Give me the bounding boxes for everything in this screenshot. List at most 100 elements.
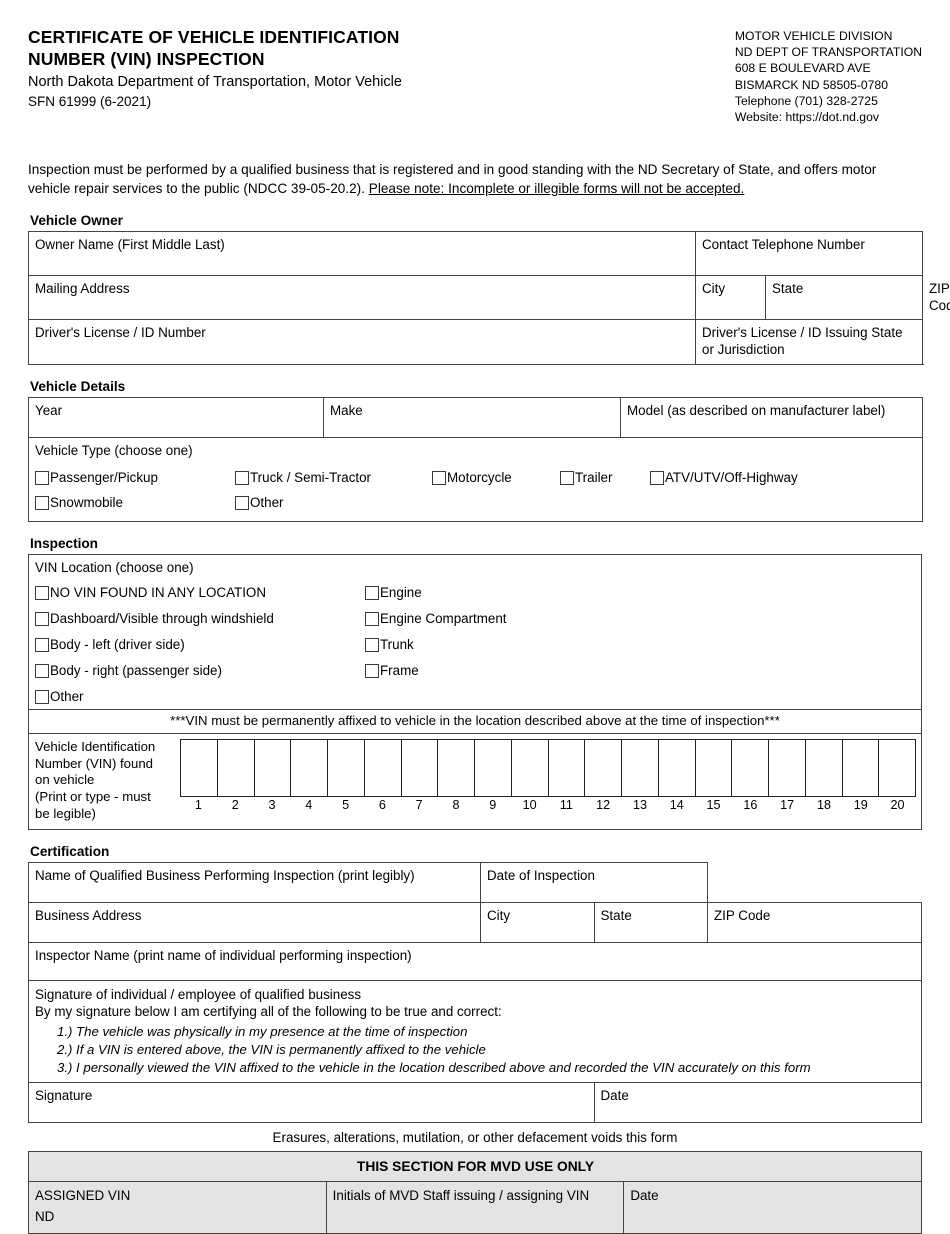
field-business-city[interactable]: City (480, 902, 595, 944)
vin-position-number: 4 (305, 798, 313, 813)
checkbox-body-right-passenger-side[interactable]: Body - right (passenger side) (35, 663, 365, 678)
section-title-certification: Certification (30, 844, 110, 860)
checkbox-trailer[interactable]: Trailer (560, 470, 650, 485)
field-model[interactable]: Model (as described on manufacturer labe… (620, 396, 923, 438)
vin-position-number: 11 (559, 798, 573, 813)
field-year[interactable]: Year (28, 396, 324, 438)
vin-character-cell[interactable] (879, 740, 915, 796)
field-make[interactable]: Make (323, 396, 621, 438)
checkbox-label: Trunk (380, 636, 414, 652)
vin-character-cell[interactable] (365, 740, 402, 797)
intro-underlined-note: Please note: Incomplete or illegible for… (368, 181, 745, 197)
checkbox-icon[interactable] (365, 663, 379, 678)
field-business-name[interactable]: Name of Qualified Business Performing In… (28, 862, 481, 904)
vin-character-cell[interactable] (769, 740, 806, 797)
field-contact-phone[interactable]: Contact Telephone Number (695, 230, 923, 276)
checkbox-passenger-pickup[interactable]: Passenger/Pickup (35, 469, 235, 485)
vehicle-owner-table: Owner Name (First Middle Last) Contact T… (28, 230, 950, 365)
checkbox-frame[interactable]: Frame (365, 663, 695, 678)
vehicle-type-row-1: Passenger/Pickup Truck / Semi-Tractor Mo… (35, 469, 917, 485)
vin-character-cell[interactable] (549, 740, 586, 797)
checkbox-label: Passenger/Pickup (50, 469, 158, 485)
field-signature[interactable]: Signature (28, 1081, 595, 1123)
checkbox-icon[interactable] (35, 637, 49, 652)
checkbox-engine-compartment[interactable]: Engine Compartment (365, 611, 695, 626)
field-mvd-date[interactable]: Date (623, 1180, 922, 1234)
checkbox-snowmobile[interactable]: Snowmobile (35, 494, 235, 510)
vin-character-cell[interactable] (181, 740, 218, 797)
vin-character-cell[interactable] (622, 740, 659, 797)
field-dl-issuing-state[interactable]: Driver's License / ID Issuing State or J… (695, 319, 923, 365)
vin-character-cell[interactable] (512, 740, 549, 797)
field-business-address[interactable]: Business Address (28, 902, 481, 944)
vin-character-cell[interactable] (659, 740, 696, 797)
field-mailing-address[interactable]: Mailing Address (28, 274, 696, 321)
field-state[interactable]: State (765, 274, 923, 321)
vin-character-cell[interactable] (696, 740, 733, 797)
erasure-note: Erasures, alterations, mutilation, or ot… (272, 1129, 678, 1145)
field-inspector-name[interactable]: Inspector Name (print name of individual… (28, 942, 922, 982)
field-date-of-inspection[interactable]: Date of Inspection (480, 862, 708, 904)
checkbox-truck-semi-tractor[interactable]: Truck / Semi-Tractor (235, 470, 432, 485)
vin-position-number: 15 (706, 798, 721, 813)
checkbox-icon[interactable] (35, 470, 49, 485)
checkbox-other-vehicle-type[interactable]: Other (235, 495, 284, 510)
vin-character-cell[interactable] (218, 740, 255, 797)
vin-label-line: Number (VIN) found (35, 755, 153, 771)
vin-character-cell[interactable] (438, 740, 475, 797)
vin-character-cell[interactable] (402, 740, 439, 797)
checkbox-icon[interactable] (365, 611, 379, 626)
field-signature-date[interactable]: Date (593, 1081, 922, 1123)
field-owner-name[interactable]: Owner Name (First Middle Last) (28, 230, 696, 276)
checkbox-icon[interactable] (35, 689, 49, 704)
page-title: CERTIFICATE OF VEHICLE IDENTIFICATION NU… (28, 26, 588, 71)
field-business-zip[interactable]: ZIP Code (707, 902, 922, 944)
vin-cell-row[interactable] (180, 739, 916, 798)
checkbox-trunk[interactable]: Trunk (365, 636, 695, 652)
vin-character-cell[interactable] (732, 740, 769, 797)
vehicle-type-row-2: Snowmobile Other (35, 494, 917, 510)
checkbox-icon[interactable] (560, 470, 574, 485)
vin-character-cell[interactable] (255, 740, 292, 797)
checkbox-icon[interactable] (235, 495, 249, 510)
vin-character-cell[interactable] (585, 740, 622, 797)
checkbox-label: Snowmobile (50, 494, 123, 510)
vin-character-cell[interactable] (806, 740, 843, 797)
checkbox-other-vin-location[interactable]: Other (35, 689, 365, 704)
header-left: CERTIFICATE OF VEHICLE IDENTIFICATION NU… (28, 26, 588, 111)
checkbox-motorcycle[interactable]: Motorcycle (432, 470, 560, 485)
vin-location-column-left: NO VIN FOUND IN ANY LOCATION Dashboard/V… (35, 585, 365, 704)
intro-paragraph: Inspection must be performed by a qualif… (28, 161, 918, 199)
checkbox-body-left-driver-side[interactable]: Body - left (driver side) (35, 637, 365, 652)
vin-position-number: 16 (743, 798, 758, 813)
certify-item: 2.) If a VIN is entered above, the VIN i… (57, 1041, 486, 1057)
field-mvd-initials[interactable]: Initials of MVD Staff issuing / assignin… (325, 1180, 625, 1234)
vin-character-cell[interactable] (843, 740, 880, 797)
vin-character-cell[interactable] (291, 740, 328, 797)
vin-character-cell[interactable] (328, 740, 365, 797)
page-title-line2: NUMBER (VIN) INSPECTION (28, 49, 265, 70)
vin-position-number: 2 (231, 798, 239, 813)
checkbox-engine[interactable]: Engine (365, 585, 695, 600)
checkbox-icon[interactable] (365, 637, 379, 652)
field-assigned-vin[interactable]: ASSIGNED VIN ND (28, 1180, 327, 1234)
field-business-state[interactable]: State (593, 902, 708, 944)
field-dl-number[interactable]: Driver's License / ID Number (28, 319, 696, 365)
certify-lead: By my signature below I am certifying al… (35, 1004, 502, 1020)
vin-character-cell[interactable] (475, 740, 512, 797)
field-city[interactable]: City (695, 274, 766, 321)
vin-location-column-right: Engine Engine Compartment Trunk Frame (365, 585, 695, 704)
checkbox-icon[interactable] (35, 585, 49, 600)
checkbox-dashboard-windshield[interactable]: Dashboard/Visible through windshield (35, 611, 365, 626)
checkbox-icon[interactable] (365, 585, 379, 600)
checkbox-icon[interactable] (35, 663, 49, 678)
checkbox-icon[interactable] (35, 611, 49, 626)
checkbox-atv-utv-offhighway[interactable]: ATV/UTV/Off-Highway (650, 470, 798, 485)
checkbox-icon[interactable] (432, 470, 446, 485)
checkbox-icon[interactable] (35, 495, 49, 510)
table-row: ***VIN must be permanently affixed to ve… (28, 708, 922, 735)
checkbox-icon[interactable] (650, 470, 664, 485)
vin-position-number: 7 (415, 798, 423, 813)
checkbox-icon[interactable] (235, 470, 249, 485)
checkbox-no-vin-found[interactable]: NO VIN FOUND IN ANY LOCATION (35, 585, 365, 600)
